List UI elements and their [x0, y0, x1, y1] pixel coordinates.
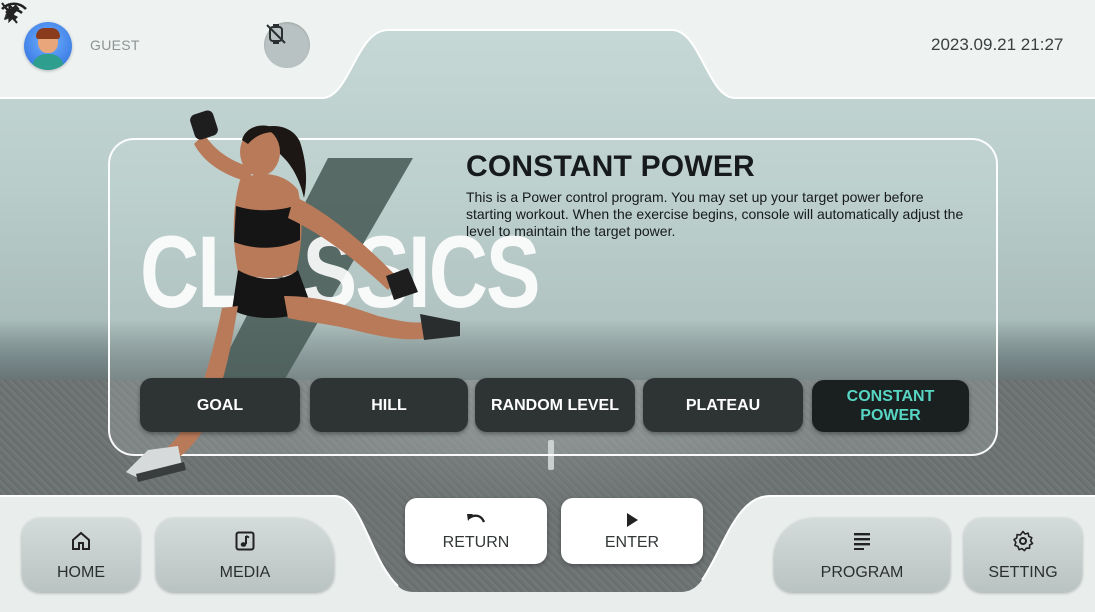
setting-button[interactable]: SETTING: [964, 518, 1082, 592]
home-label: HOME: [57, 564, 105, 581]
program-button[interactable]: PROGRAM: [774, 518, 950, 592]
media-label: MEDIA: [219, 564, 271, 581]
list-icon: [854, 533, 870, 550]
return-arrow-icon: [467, 514, 486, 523]
program-label: PROGRAM: [820, 564, 904, 581]
play-icon: [627, 513, 638, 527]
return-button[interactable]: RETURN: [405, 498, 547, 564]
enter-button[interactable]: ENTER: [561, 498, 703, 564]
setting-label: SETTING: [988, 564, 1058, 581]
return-label: RETURN: [442, 534, 510, 551]
gear-icon: [1013, 530, 1034, 552]
enter-label: ENTER: [604, 534, 660, 551]
screen-background: GUEST 2023.09.21 21:27 CLASSICS CONSTANT…: [0, 0, 1095, 612]
home-button[interactable]: HOME: [22, 518, 140, 592]
home-icon: [72, 531, 90, 550]
music-note-icon: [235, 531, 255, 551]
media-button[interactable]: MEDIA: [156, 518, 334, 592]
